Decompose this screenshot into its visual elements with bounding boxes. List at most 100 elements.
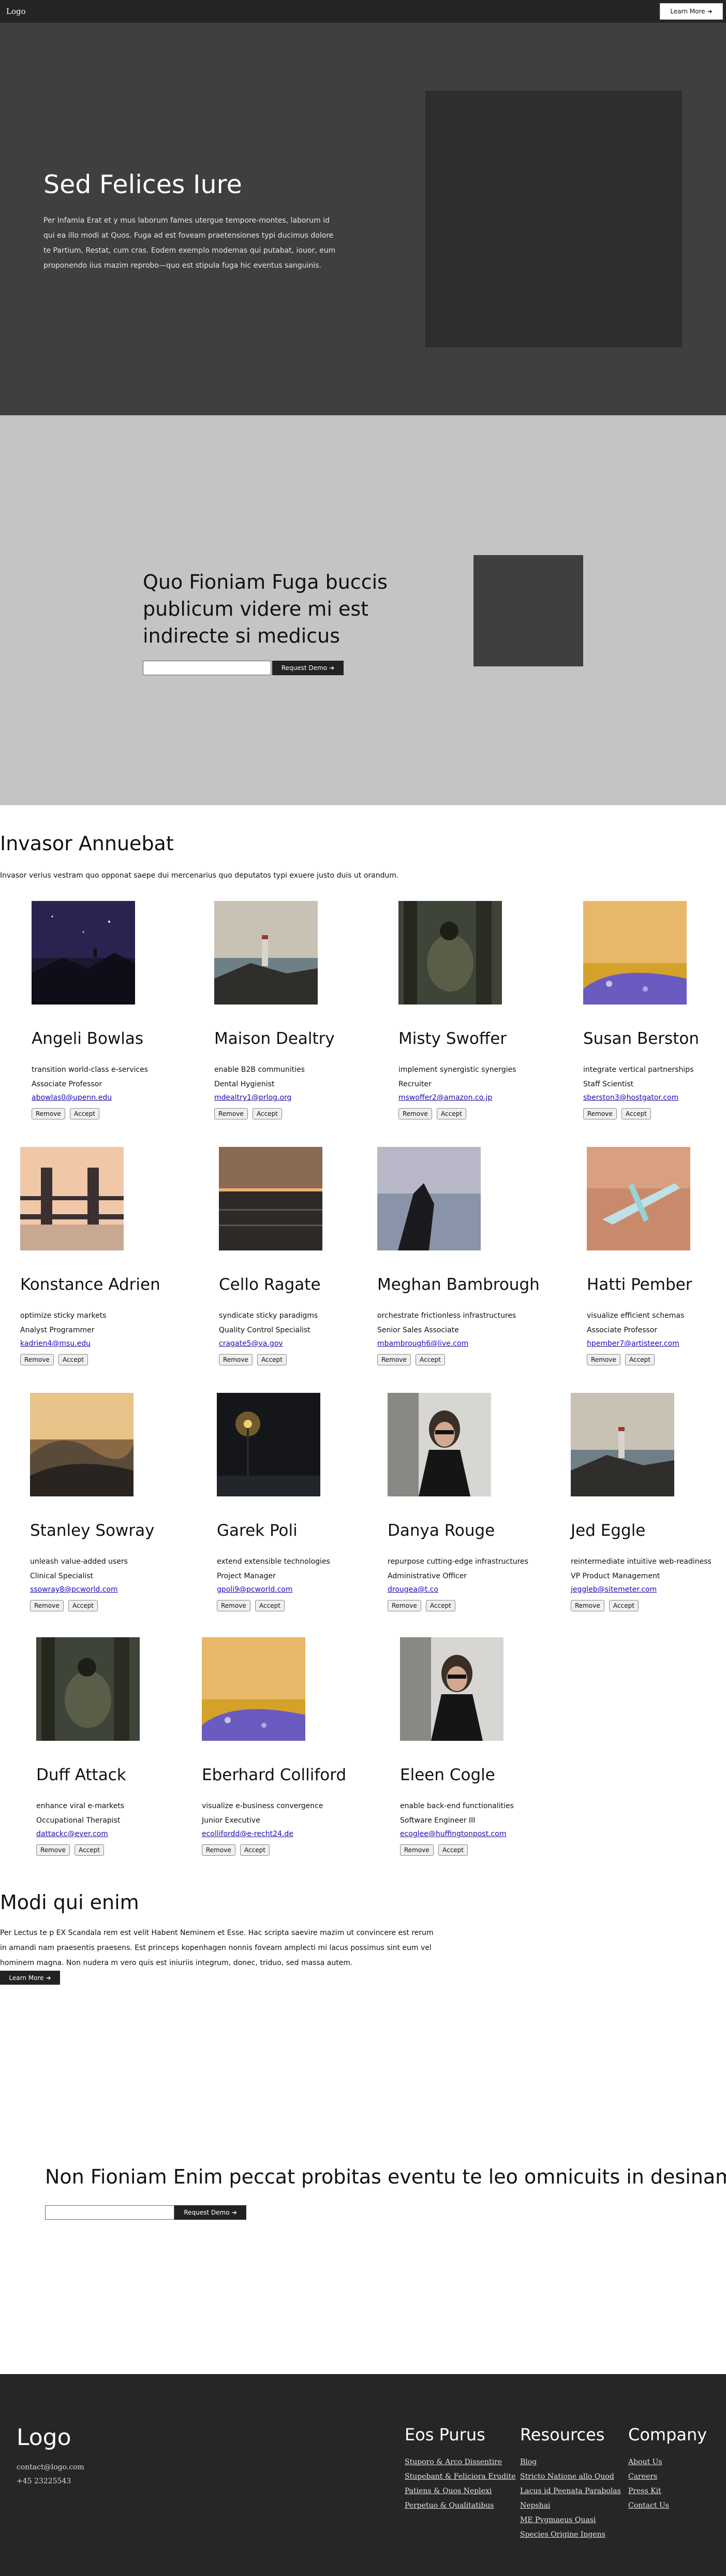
request-demo-label: Request Demo: [184, 2209, 230, 2216]
hero-image-placeholder: [425, 91, 682, 347]
arrow-right-icon: ➔: [46, 1974, 51, 1982]
member-email-link[interactable]: drougea@t.co: [388, 1585, 438, 1594]
member-photo: [219, 1147, 322, 1250]
accept-button[interactable]: Accept: [438, 1844, 468, 1856]
cta2-email-input[interactable]: [45, 2205, 174, 2220]
member-email-link[interactable]: dattackc@ever.com: [36, 1830, 108, 1838]
cta2-request-demo-button[interactable]: Request Demo ➔: [174, 2205, 246, 2220]
accept-button[interactable]: Accept: [240, 1844, 270, 1856]
member-email-link[interactable]: ecollifordd@e-recht24.de: [202, 1830, 293, 1838]
accept-button[interactable]: Accept: [437, 1108, 466, 1119]
footer-link[interactable]: Press Kit: [628, 2487, 661, 2495]
accept-button[interactable]: Accept: [609, 1600, 639, 1611]
footer-email[interactable]: contact@logo.com: [17, 2463, 84, 2471]
member-tagline: implement synergistic synergies: [398, 1066, 516, 1074]
accept-button[interactable]: Accept: [416, 1354, 445, 1365]
nav-learn-more-button[interactable]: Learn More ➔: [660, 3, 723, 20]
remove-button[interactable]: Remove: [400, 1844, 434, 1856]
cta-email-input[interactable]: [143, 661, 271, 675]
remove-button[interactable]: Remove: [36, 1844, 70, 1856]
accept-button[interactable]: Accept: [70, 1108, 99, 1119]
footer-link[interactable]: Species Origine Ingens: [520, 2530, 605, 2539]
remove-button[interactable]: Remove: [202, 1844, 235, 1856]
member-email-link[interactable]: cragate5@va.gov: [219, 1340, 283, 1348]
footer-link[interactable]: Patiens & Quos Neplexi: [405, 2487, 492, 2495]
cta-request-demo-button[interactable]: Request Demo ➔: [272, 661, 344, 675]
footer-link[interactable]: ME Pygmaeus Quasi: [520, 2516, 596, 2524]
footer-column-title: Eos Purus: [405, 2425, 485, 2444]
member-photo: [400, 1637, 503, 1741]
accept-button[interactable]: Accept: [253, 1108, 282, 1119]
footer-link[interactable]: Lacus id Peenata Parabolas: [520, 2487, 621, 2495]
remove-button[interactable]: Remove: [583, 1108, 617, 1119]
remove-button[interactable]: Remove: [32, 1108, 65, 1119]
member-tagline: visualize efficient schemas: [587, 1312, 685, 1320]
footer-link[interactable]: Contact Us: [628, 2501, 669, 2510]
member-email-link[interactable]: kadrien4@msu.edu: [20, 1340, 91, 1348]
member-role: VP Product Management: [571, 1572, 660, 1580]
remove-button[interactable]: Remove: [377, 1354, 411, 1365]
footer-link[interactable]: Perpetuo & Qualitatibus: [405, 2501, 494, 2510]
member-email-link[interactable]: abowlas0@upenn.edu: [32, 1094, 112, 1102]
member-photo: [36, 1637, 140, 1741]
member-photo: [377, 1147, 481, 1250]
accept-button[interactable]: Accept: [75, 1844, 104, 1856]
member-name: Misty Swoffer: [398, 1029, 507, 1048]
remove-button[interactable]: Remove: [219, 1354, 253, 1365]
remove-button[interactable]: Remove: [214, 1108, 248, 1119]
member-role: Clinical Specialist: [30, 1572, 94, 1580]
remove-button[interactable]: Remove: [388, 1600, 421, 1611]
nav-logo[interactable]: Logo: [6, 7, 26, 16]
footer-link[interactable]: Stricto Natione allo Quod: [520, 2472, 614, 2481]
remove-button[interactable]: Remove: [30, 1600, 64, 1611]
nav-learn-more-label: Learn More: [670, 8, 705, 15]
member-photo: [32, 901, 135, 1005]
footer-link[interactable]: About Us: [628, 2458, 662, 2466]
member-name: Garek Poli: [217, 1521, 298, 1540]
remove-button[interactable]: Remove: [571, 1600, 604, 1611]
request-demo-label: Request Demo: [281, 664, 328, 672]
member-name: Danya Rouge: [388, 1521, 495, 1540]
member-email-link[interactable]: ecoglee@huffingtonpost.com: [400, 1830, 506, 1838]
remove-button[interactable]: Remove: [217, 1600, 250, 1611]
footer-link[interactable]: Careers: [628, 2472, 657, 2481]
member-email-link[interactable]: hpember7@artisteer.com: [587, 1340, 679, 1348]
accept-button[interactable]: Accept: [625, 1354, 655, 1365]
member-photo: [214, 901, 318, 1005]
accept-button[interactable]: Accept: [426, 1600, 455, 1611]
learn-more-label: Learn More: [9, 1974, 44, 1982]
member-photo-image: [388, 1393, 491, 1496]
remove-button[interactable]: Remove: [587, 1354, 620, 1365]
remove-button[interactable]: Remove: [398, 1108, 432, 1119]
footer-link[interactable]: Stuporo & Arco Dissentire: [405, 2458, 502, 2466]
member-email-link[interactable]: jeggleb@sitemeter.com: [571, 1585, 657, 1594]
member-tagline: enhance viral e-markets: [36, 1802, 125, 1810]
member-photo: [30, 1393, 134, 1496]
accept-button[interactable]: Accept: [621, 1108, 651, 1119]
member-role: Project Manager: [217, 1572, 276, 1580]
member-email-link[interactable]: sberston3@hostgator.com: [583, 1094, 678, 1102]
accept-button[interactable]: Accept: [257, 1354, 287, 1365]
member-email-link[interactable]: mdealtry1@prlog.org: [214, 1094, 291, 1102]
modi-learn-more-button[interactable]: Learn More ➔: [0, 1971, 60, 1985]
footer-link[interactable]: Stupebant & Feliciora Erudite: [405, 2472, 516, 2481]
member-name: Konstance Adrien: [20, 1275, 160, 1294]
accept-button[interactable]: Accept: [68, 1600, 98, 1611]
remove-button[interactable]: Remove: [20, 1354, 54, 1365]
arrow-right-icon: ➔: [707, 8, 713, 15]
footer-logo[interactable]: Logo: [17, 2424, 71, 2451]
member-email-link[interactable]: ssowray8@pcworld.com: [30, 1585, 118, 1594]
footer-link[interactable]: Nepshai: [520, 2501, 551, 2510]
member-photo: [583, 901, 687, 1005]
member-tagline: visualize e-business convergence: [202, 1802, 323, 1810]
member-email-link[interactable]: mswoffer2@amazon.co.jp: [398, 1094, 492, 1102]
member-photo: [202, 1637, 305, 1741]
member-email-link[interactable]: mbambrough6@live.com: [377, 1340, 468, 1348]
member-tagline: optimize sticky markets: [20, 1312, 107, 1320]
member-email-link[interactable]: gpoli9@pcworld.com: [217, 1585, 293, 1594]
member-role: Senior Sales Associate: [377, 1326, 459, 1334]
accept-button[interactable]: Accept: [58, 1354, 88, 1365]
team-subtitle: Invasor verius vestram quo opponat saepe…: [0, 871, 399, 880]
accept-button[interactable]: Accept: [255, 1600, 285, 1611]
footer-link[interactable]: Blog: [520, 2458, 537, 2466]
